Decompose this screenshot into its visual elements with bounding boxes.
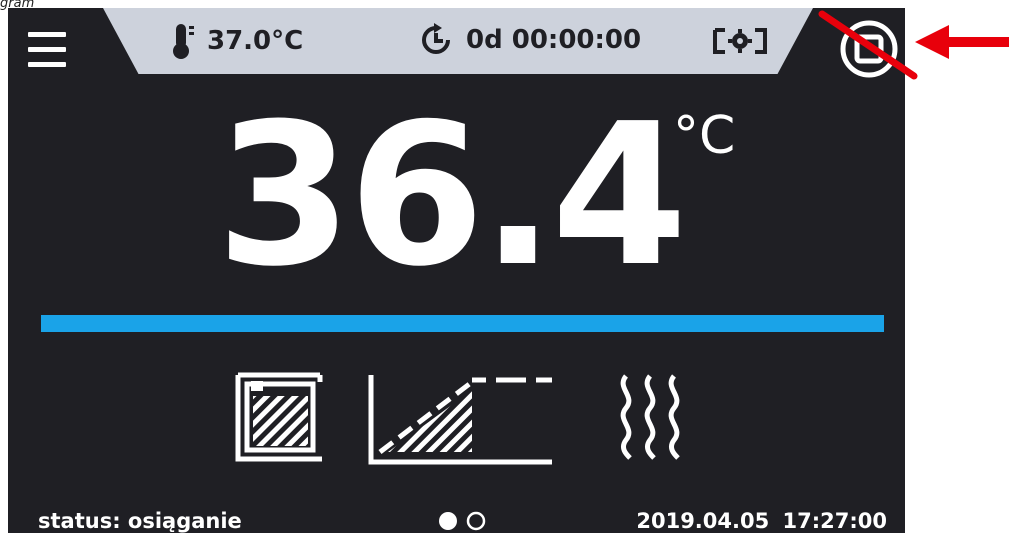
annotation-arrow-icon: [915, 25, 1009, 59]
ramp-icon[interactable]: [366, 370, 556, 466]
thermometer-icon: [173, 24, 194, 59]
menu-icon-bar: [28, 47, 66, 52]
menu-icon-bar: [28, 62, 66, 67]
status-text: status: osiąganie: [38, 509, 242, 533]
timer-value: 0d 00:00:00: [466, 25, 642, 55]
date-time: 2019.04.05 17:27:00: [636, 509, 887, 533]
menu-button[interactable]: [28, 28, 68, 72]
clock-icon: [422, 23, 450, 54]
progress-bar: [41, 315, 884, 332]
progress-fill: [41, 315, 884, 332]
page-dot[interactable]: [466, 511, 486, 531]
current-temperature: 36.4: [216, 82, 688, 310]
gear-icon: [713, 28, 767, 54]
page-indicator[interactable]: [438, 511, 490, 531]
page-dot-active[interactable]: [439, 512, 457, 530]
chamber-icon[interactable]: [233, 370, 325, 462]
annotation-strike: [818, 10, 918, 80]
setpoint-temperature: 37.0°C: [207, 26, 304, 56]
heating-icon[interactable]: [612, 370, 692, 462]
controller-screen: 37.0°C 0d 00:00:00 36.4 °C status: osiąg…: [8, 8, 905, 533]
temperature-unit: °C: [673, 106, 736, 166]
menu-icon: [28, 32, 66, 37]
timer-display[interactable]: 0d 00:00:00: [418, 22, 641, 58]
setpoint-display[interactable]: 37.0°C: [173, 22, 303, 60]
settings-indicator[interactable]: [713, 26, 779, 56]
status-bar: 37.0°C 0d 00:00:00: [103, 8, 813, 74]
